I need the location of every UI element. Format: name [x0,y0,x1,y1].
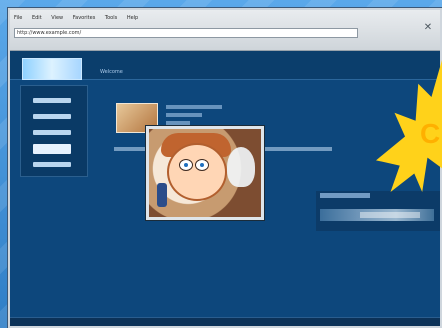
enlarged-image-popup[interactable] [146,126,264,220]
cartoon-face [167,143,227,201]
site-logo[interactable] [22,58,82,80]
menu-item-view[interactable]: View [51,15,63,21]
sidebar-item-2[interactable] [33,114,71,119]
sidebar-item-3[interactable] [33,130,71,135]
header-text: Welcome [100,69,123,75]
right-panel-title [320,193,370,198]
meta-line-2 [166,113,202,117]
starburst-letter: C [420,118,441,149]
wing-icon [227,147,255,187]
status-bar [10,317,440,326]
address-bar[interactable]: http://www.example.com/ [14,28,358,38]
sidebar-item-1[interactable] [33,98,71,103]
menu-item-edit[interactable]: Edit [32,15,42,21]
bottle-icon [157,183,167,207]
right-panel-image[interactable] [320,209,434,221]
browser-chrome: File Edit View Favorites Tools Help http… [10,10,440,51]
sidebar-item-active[interactable] [33,144,71,154]
close-icon[interactable]: ✕ [422,22,434,34]
meta-line-1 [166,105,222,109]
menu-item-favorites[interactable]: Favorites [73,15,96,21]
left-eye-icon [179,159,193,171]
menu-bar: File Edit View Favorites Tools Help [14,14,436,22]
site-header: Welcome [10,51,440,80]
right-panel [316,191,440,231]
meta-line-3 [166,121,190,125]
menu-item-file[interactable]: File [14,15,22,21]
sidebar-item-5[interactable] [33,162,71,167]
right-eye-icon [195,159,209,171]
menu-item-tools[interactable]: Tools [105,15,117,21]
sidebar [20,85,88,177]
menu-item-help[interactable]: Help [127,15,138,21]
